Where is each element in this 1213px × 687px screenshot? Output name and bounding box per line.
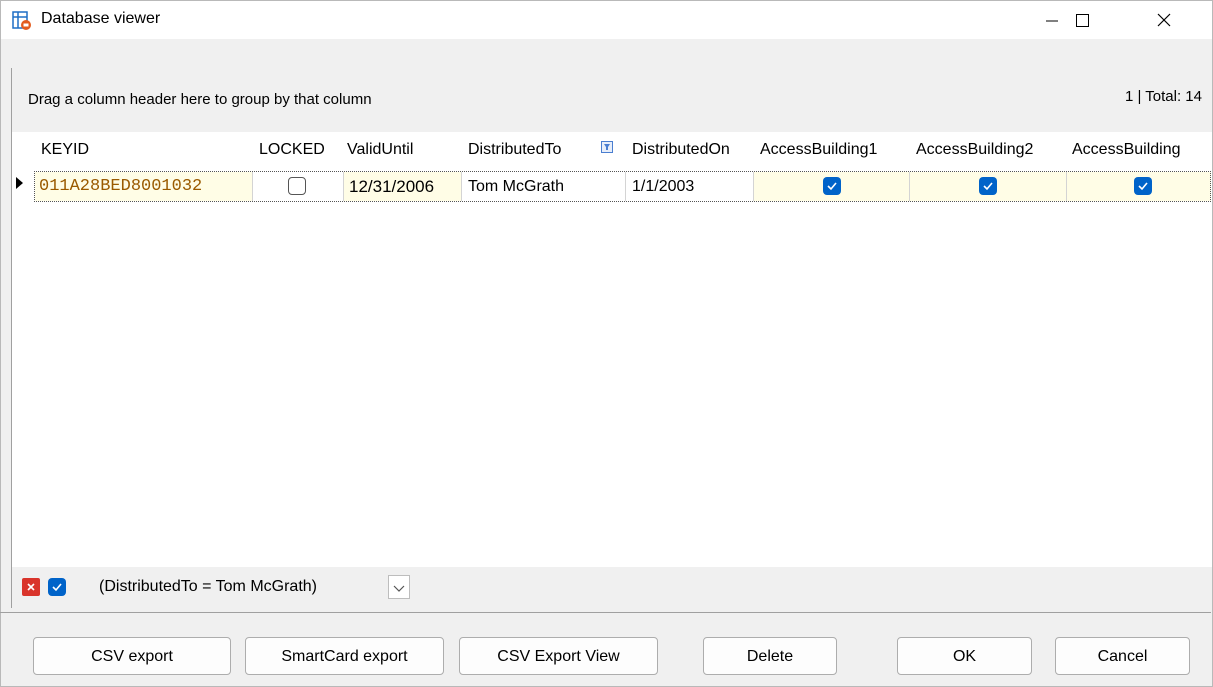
column-header-accessbuilding1[interactable]: AccessBuilding1 <box>760 132 910 164</box>
checkmark-icon <box>1138 182 1148 191</box>
filter-expression[interactable]: (DistributedTo = Tom McGrath) <box>99 578 317 596</box>
cell-keyid[interactable]: 011A28BED8001032 <box>35 172 253 201</box>
csv-export-button[interactable]: CSV export <box>33 637 231 675</box>
accessbuilding3-checkbox[interactable] <box>1134 177 1152 195</box>
cell-locked[interactable] <box>253 172 344 201</box>
column-header-distributedto[interactable]: DistributedTo <box>468 132 600 164</box>
window-title: Database viewer <box>41 10 161 27</box>
column-header-locked[interactable]: LOCKED <box>259 132 343 164</box>
divider <box>0 612 1211 613</box>
group-by-hint: Drag a column header here to group by th… <box>28 91 372 108</box>
filter-history-dropdown[interactable] <box>388 575 410 599</box>
checkmark-icon <box>983 182 993 191</box>
delete-button[interactable]: Delete <box>703 637 837 675</box>
cell-accessbuilding1[interactable] <box>754 172 910 201</box>
column-header-distributedon[interactable]: DistributedOn <box>632 132 756 164</box>
current-row-indicator-icon <box>16 177 23 189</box>
cell-accessbuilding2[interactable] <box>910 172 1067 201</box>
locked-checkbox[interactable] <box>288 177 306 195</box>
filter-panel: (DistributedTo = Tom McGrath) <box>11 567 1212 608</box>
maximize-button[interactable] <box>1059 1 1105 39</box>
column-header-keyid[interactable]: KEYID <box>41 132 251 164</box>
column-header-accessbuilding3[interactable]: AccessBuilding <box>1072 132 1211 164</box>
record-count: 1 | Total: 14 <box>1124 88 1202 105</box>
minimize-icon <box>1046 20 1058 22</box>
cell-distributedto[interactable]: Tom McGrath <box>462 172 626 201</box>
cell-distributedon[interactable]: 1/1/2003 <box>626 172 754 201</box>
checkmark-icon <box>827 182 837 191</box>
accessbuilding2-checkbox[interactable] <box>979 177 997 195</box>
filter-active-icon[interactable] <box>601 141 613 153</box>
cancel-button[interactable]: Cancel <box>1055 637 1190 675</box>
cell-accessbuilding3[interactable] <box>1067 172 1211 201</box>
smartcard-export-button[interactable]: SmartCard export <box>245 637 444 675</box>
title-bar[interactable]: Database viewer <box>1 1 1212 39</box>
close-icon <box>27 583 35 591</box>
clear-filter-button[interactable] <box>22 578 40 596</box>
database-viewer-app-icon <box>12 11 31 30</box>
column-header-accessbuilding2[interactable]: AccessBuilding2 <box>916 132 1066 164</box>
close-button[interactable] <box>1141 1 1187 39</box>
ok-button[interactable]: OK <box>897 637 1032 675</box>
csv-export-view-button[interactable]: CSV Export View <box>459 637 658 675</box>
group-by-panel[interactable]: Drag a column header here to group by th… <box>11 68 1212 132</box>
cell-validuntil[interactable]: 12/31/2006 <box>344 172 462 201</box>
close-icon <box>1157 13 1171 27</box>
accessbuilding1-checkbox[interactable] <box>823 177 841 195</box>
checkmark-icon <box>52 583 62 592</box>
filter-enabled-checkbox[interactable] <box>48 578 66 596</box>
chevron-down-icon <box>393 585 405 592</box>
maximize-icon <box>1076 14 1089 27</box>
column-header-validuntil[interactable]: ValidUntil <box>347 132 457 164</box>
